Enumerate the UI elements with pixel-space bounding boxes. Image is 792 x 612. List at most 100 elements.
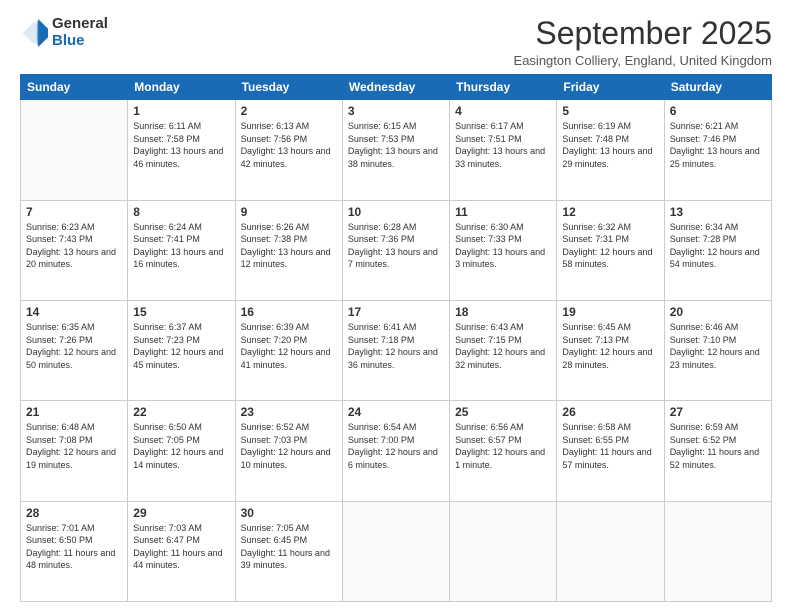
calendar-header-row: Sunday Monday Tuesday Wednesday Thursday… bbox=[21, 75, 772, 100]
table-row bbox=[450, 501, 557, 601]
day-number: 14 bbox=[26, 305, 122, 319]
day-number: 13 bbox=[670, 205, 766, 219]
table-row: 5 Sunrise: 6:19 AMSunset: 7:48 PMDaylight… bbox=[557, 100, 664, 200]
day-number: 6 bbox=[670, 104, 766, 118]
logo-blue: Blue bbox=[52, 33, 108, 50]
table-row: 26 Sunrise: 6:58 AMSunset: 6:55 PMDayligh… bbox=[557, 401, 664, 501]
logo-icon bbox=[20, 19, 48, 47]
day-info: Sunrise: 6:54 AMSunset: 7:00 PMDaylight:… bbox=[348, 421, 444, 471]
table-row bbox=[664, 501, 771, 601]
day-info: Sunrise: 6:34 AMSunset: 7:28 PMDaylight:… bbox=[670, 221, 766, 271]
table-row: 17Sunrise: 6:41 AMSunset: 7:18 PMDayligh… bbox=[342, 300, 449, 400]
table-row bbox=[342, 501, 449, 601]
month-title: September 2025 bbox=[514, 16, 772, 51]
day-info: Sunrise: 6:45 AMSunset: 7:13 PMDaylight:… bbox=[562, 321, 658, 371]
day-number: 7 bbox=[26, 205, 122, 219]
day-info: Sunrise: 6:41 AMSunset: 7:18 PMDaylight:… bbox=[348, 321, 444, 371]
day-number: 30 bbox=[241, 506, 337, 520]
table-row: 11 Sunrise: 6:30 AMSunset: 7:33 PMDayligh… bbox=[450, 200, 557, 300]
table-row: 7 Sunrise: 6:23 AMSunset: 7:43 PMDaylight… bbox=[21, 200, 128, 300]
day-number: 23 bbox=[241, 405, 337, 419]
day-number: 9 bbox=[241, 205, 337, 219]
calendar-table: Sunday Monday Tuesday Wednesday Thursday… bbox=[20, 74, 772, 602]
table-row: 23 Sunrise: 6:52 AMSunset: 7:03 PMDayligh… bbox=[235, 401, 342, 501]
location-subtitle: Easington Colliery, England, United King… bbox=[514, 53, 772, 68]
day-info: Sunrise: 6:19 AMSunset: 7:48 PMDaylight:… bbox=[562, 120, 658, 170]
day-number: 19 bbox=[562, 305, 658, 319]
col-tuesday: Tuesday bbox=[235, 75, 342, 100]
table-row: 15 Sunrise: 6:37 AMSunset: 7:23 PMDayligh… bbox=[128, 300, 235, 400]
day-info: Sunrise: 6:21 AMSunset: 7:46 PMDaylight:… bbox=[670, 120, 766, 170]
table-row: 13 Sunrise: 6:34 AMSunset: 7:28 PMDayligh… bbox=[664, 200, 771, 300]
table-row: 19 Sunrise: 6:45 AMSunset: 7:13 PMDayligh… bbox=[557, 300, 664, 400]
day-number: 26 bbox=[562, 405, 658, 419]
day-info: Sunrise: 6:32 AMSunset: 7:31 PMDaylight:… bbox=[562, 221, 658, 271]
day-info: Sunrise: 6:56 AMSunset: 6:57 PMDaylight:… bbox=[455, 421, 551, 471]
table-row: 27Sunrise: 6:59 AMSunset: 6:52 PMDayligh… bbox=[664, 401, 771, 501]
day-info: Sunrise: 6:17 AMSunset: 7:51 PMDaylight:… bbox=[455, 120, 551, 170]
table-row: 9Sunrise: 6:26 AMSunset: 7:38 PMDaylight… bbox=[235, 200, 342, 300]
calendar-week-row: 1 Sunrise: 6:11 AMSunset: 7:58 PMDaylight… bbox=[21, 100, 772, 200]
table-row: 4 Sunrise: 6:17 AMSunset: 7:51 PMDaylight… bbox=[450, 100, 557, 200]
day-number: 22 bbox=[133, 405, 229, 419]
day-number: 16 bbox=[241, 305, 337, 319]
calendar-week-row: 7 Sunrise: 6:23 AMSunset: 7:43 PMDaylight… bbox=[21, 200, 772, 300]
table-row: 29 Sunrise: 7:03 AMSunset: 6:47 PMDayligh… bbox=[128, 501, 235, 601]
table-row: 8 Sunrise: 6:24 AMSunset: 7:41 PMDaylight… bbox=[128, 200, 235, 300]
day-number: 27 bbox=[670, 405, 766, 419]
day-info: Sunrise: 6:28 AMSunset: 7:36 PMDaylight:… bbox=[348, 221, 444, 271]
calendar-week-row: 14 Sunrise: 6:35 AMSunset: 7:26 PMDayligh… bbox=[21, 300, 772, 400]
day-info: Sunrise: 6:37 AMSunset: 7:23 PMDaylight:… bbox=[133, 321, 229, 371]
day-info: Sunrise: 7:03 AMSunset: 6:47 PMDaylight:… bbox=[133, 522, 229, 572]
table-row: 6 Sunrise: 6:21 AMSunset: 7:46 PMDaylight… bbox=[664, 100, 771, 200]
day-number: 2 bbox=[241, 104, 337, 118]
table-row: 21 Sunrise: 6:48 AMSunset: 7:08 PMDayligh… bbox=[21, 401, 128, 501]
day-number: 12 bbox=[562, 205, 658, 219]
table-row: 2 Sunrise: 6:13 AMSunset: 7:56 PMDaylight… bbox=[235, 100, 342, 200]
day-number: 28 bbox=[26, 506, 122, 520]
table-row: 12 Sunrise: 6:32 AMSunset: 7:31 PMDayligh… bbox=[557, 200, 664, 300]
day-info: Sunrise: 6:11 AMSunset: 7:58 PMDaylight:… bbox=[133, 120, 229, 170]
day-number: 15 bbox=[133, 305, 229, 319]
day-info: Sunrise: 6:24 AMSunset: 7:41 PMDaylight:… bbox=[133, 221, 229, 271]
col-monday: Monday bbox=[128, 75, 235, 100]
table-row bbox=[557, 501, 664, 601]
table-row: 28 Sunrise: 7:01 AMSunset: 6:50 PMDayligh… bbox=[21, 501, 128, 601]
table-row: 16Sunrise: 6:39 AMSunset: 7:20 PMDayligh… bbox=[235, 300, 342, 400]
day-info: Sunrise: 6:58 AMSunset: 6:55 PMDaylight:… bbox=[562, 421, 658, 471]
day-number: 4 bbox=[455, 104, 551, 118]
table-row: 24Sunrise: 6:54 AMSunset: 7:00 PMDayligh… bbox=[342, 401, 449, 501]
day-number: 29 bbox=[133, 506, 229, 520]
day-info: Sunrise: 6:50 AMSunset: 7:05 PMDaylight:… bbox=[133, 421, 229, 471]
title-block: September 2025 Easington Colliery, Engla… bbox=[514, 16, 772, 68]
table-row: 1 Sunrise: 6:11 AMSunset: 7:58 PMDaylight… bbox=[128, 100, 235, 200]
logo-text: General Blue bbox=[52, 16, 108, 49]
day-info: Sunrise: 6:23 AMSunset: 7:43 PMDaylight:… bbox=[26, 221, 122, 271]
day-number: 18 bbox=[455, 305, 551, 319]
header: General Blue September 2025 Easington Co… bbox=[20, 16, 772, 68]
day-number: 1 bbox=[133, 104, 229, 118]
day-number: 20 bbox=[670, 305, 766, 319]
day-info: Sunrise: 6:13 AMSunset: 7:56 PMDaylight:… bbox=[241, 120, 337, 170]
day-number: 21 bbox=[26, 405, 122, 419]
day-info: Sunrise: 6:15 AMSunset: 7:53 PMDaylight:… bbox=[348, 120, 444, 170]
table-row: 20Sunrise: 6:46 AMSunset: 7:10 PMDayligh… bbox=[664, 300, 771, 400]
day-number: 8 bbox=[133, 205, 229, 219]
logo-general: General bbox=[52, 16, 108, 33]
day-number: 3 bbox=[348, 104, 444, 118]
calendar-week-row: 28 Sunrise: 7:01 AMSunset: 6:50 PMDayligh… bbox=[21, 501, 772, 601]
table-row: 22 Sunrise: 6:50 AMSunset: 7:05 PMDayligh… bbox=[128, 401, 235, 501]
day-info: Sunrise: 6:52 AMSunset: 7:03 PMDaylight:… bbox=[241, 421, 337, 471]
day-info: Sunrise: 6:48 AMSunset: 7:08 PMDaylight:… bbox=[26, 421, 122, 471]
day-number: 5 bbox=[562, 104, 658, 118]
day-info: Sunrise: 7:01 AMSunset: 6:50 PMDaylight:… bbox=[26, 522, 122, 572]
col-saturday: Saturday bbox=[664, 75, 771, 100]
table-row: 30 Sunrise: 7:05 AMSunset: 6:45 PMDayligh… bbox=[235, 501, 342, 601]
day-info: Sunrise: 6:30 AMSunset: 7:33 PMDaylight:… bbox=[455, 221, 551, 271]
page: General Blue September 2025 Easington Co… bbox=[0, 0, 792, 612]
day-info: Sunrise: 6:35 AMSunset: 7:26 PMDaylight:… bbox=[26, 321, 122, 371]
day-info: Sunrise: 7:05 AMSunset: 6:45 PMDaylight:… bbox=[241, 522, 337, 572]
table-row bbox=[21, 100, 128, 200]
table-row: 14 Sunrise: 6:35 AMSunset: 7:26 PMDayligh… bbox=[21, 300, 128, 400]
day-number: 11 bbox=[455, 205, 551, 219]
